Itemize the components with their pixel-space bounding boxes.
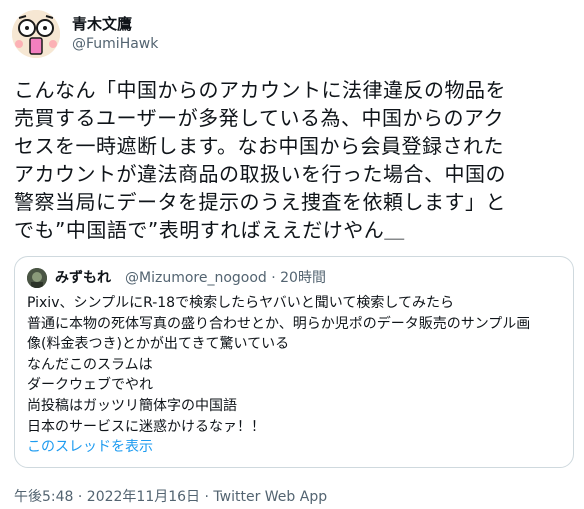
quote-line: 尚投稿はガッツリ簡体字の中国語 [27,397,237,414]
author-display-name[interactable]: 青木文鷹 [72,14,158,34]
avatar-face-icon [12,10,60,58]
tweet-header: 青木文鷹 @FumiHawk [12,10,572,58]
quote-avatar [27,268,47,288]
tweet-line: 警察当局にデータを提示のうえ捜査を依頼します」と [14,190,506,214]
tweet-text: こんなん「中国からのアカウントに法律違反の物品を 売買するユーザーが多発している… [14,76,574,244]
quote-line: ダークウェブでやれ [27,377,153,394]
author-handle[interactable]: @FumiHawk [72,34,158,54]
tweet-line: アカウントが違法商品の取扱いを行った場合、中国の [14,162,506,186]
quote-line: Pixiv、シンプルにR-18で検索したらヤバいと聞いて検索してみたら [27,295,454,311]
quote-line: 日本のサービスに迷惑かけるなァ！！ [27,418,265,435]
tweet-line: セスを一時遮断します。なお中国から会員登録された [14,134,504,158]
quote-line: 像(料金表つき)とかが出てきて驚いている [27,336,290,353]
tweet-line: でも”中国語で”表明すればええだけやん＿ [14,218,405,242]
quote-line: 普通に本物の死体写真の盛り合わせとか、明らか児ポのデータ販売のサンプル画 [27,315,531,332]
quoted-tweet-card[interactable]: みずもれ @Mizumore_nogood · 20時間 Pixiv、シンプルに… [14,256,574,468]
quote-line: なんだこのスラムは [27,356,153,373]
quote-text: Pixiv、シンプルにR-18で検索したらヤバいと聞いて検索してみたら 普通に本… [27,293,563,458]
quote-display-name: みずもれ [55,270,111,286]
quote-handle-time: @Mizumore_nogood · 20時間 [125,270,326,286]
tweet-timestamp[interactable]: 午後5:48 · 2022年11月16日 · Twitter Web App [14,486,327,506]
tweet-line: こんなん「中国からのアカウントに法律違反の物品を [14,78,506,102]
tweet-line: 売買するユーザーが多発している為、中国からのアク [14,106,504,130]
author-names: 青木文鷹 @FumiHawk [72,14,158,54]
show-thread-link[interactable]: このスレッドを表示 [27,437,563,458]
quote-avatar-icon [27,268,47,288]
avatar[interactable] [12,10,60,58]
